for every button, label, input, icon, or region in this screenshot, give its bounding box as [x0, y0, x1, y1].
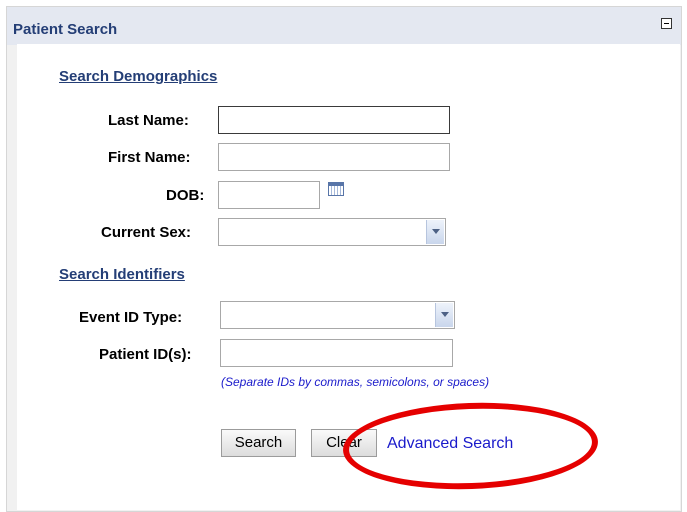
calendar-icon[interactable] — [328, 182, 344, 196]
patient-ids-hint: (Separate IDs by commas, semicolons, or … — [221, 375, 490, 389]
search-button[interactable]: Search — [221, 429, 296, 457]
first-name-input[interactable] — [218, 143, 450, 171]
search-demographics-heading: Search Demographics — [59, 68, 218, 85]
search-identifiers-heading: Search Identifiers — [59, 266, 185, 283]
event-id-type-label: Event ID Type: — [79, 309, 183, 326]
panel-header: Patient Search — [7, 7, 681, 45]
last-name-label: Last Name: — [108, 112, 189, 129]
clear-button[interactable]: Clear — [311, 429, 377, 457]
dob-label: DOB: — [166, 187, 205, 204]
first-name-label: First Name: — [108, 149, 191, 166]
event-id-type-select[interactable] — [220, 301, 455, 329]
patient-ids-label: Patient ID(s): — [99, 346, 192, 363]
last-name-input[interactable] — [218, 106, 450, 134]
chevron-down-icon[interactable] — [435, 303, 453, 327]
current-sex-label: Current Sex: — [101, 224, 192, 241]
dob-input[interactable] — [218, 181, 320, 209]
collapse-icon[interactable] — [661, 18, 672, 29]
panel-title: Patient Search — [13, 21, 118, 38]
advanced-search-link[interactable]: Advanced Search — [387, 435, 513, 453]
patient-ids-input[interactable] — [220, 339, 453, 367]
current-sex-select[interactable] — [218, 218, 446, 246]
chevron-down-icon[interactable] — [426, 220, 444, 244]
